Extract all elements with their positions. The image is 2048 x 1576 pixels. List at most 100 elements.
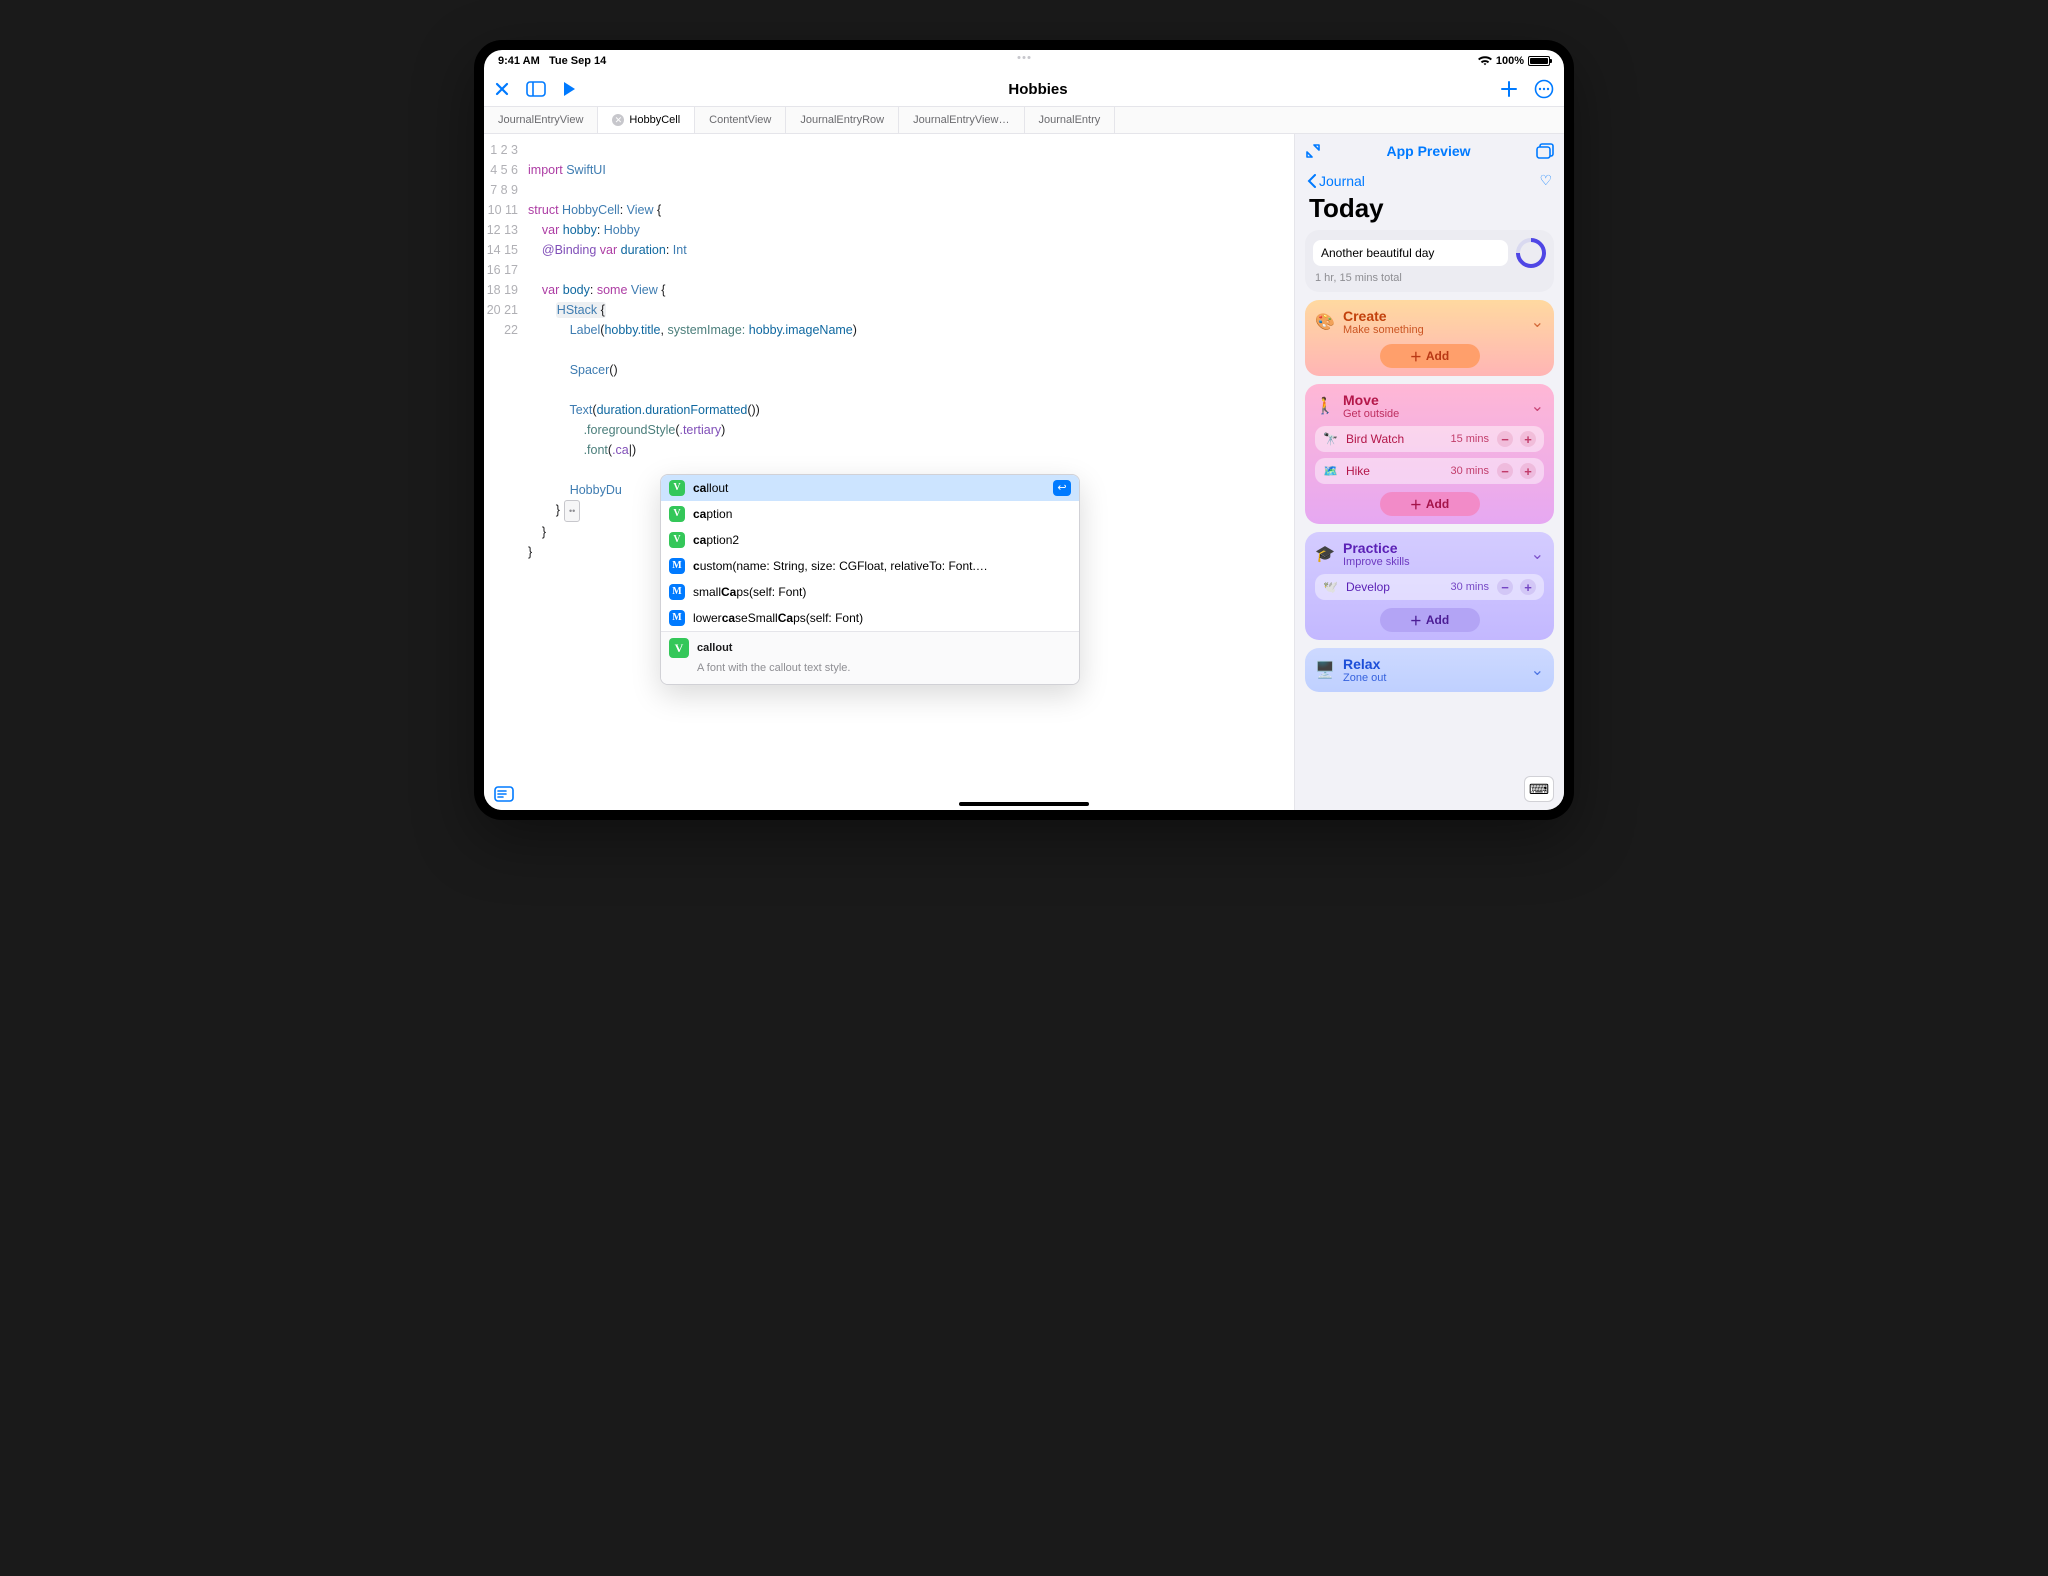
console-toggle-button[interactable]: [494, 786, 514, 802]
hobby-row[interactable]: 🕊️Develop30 mins−+: [1315, 574, 1544, 600]
hobby-row-icon: 🔭: [1323, 432, 1338, 446]
minus-icon[interactable]: −: [1497, 463, 1513, 479]
ipad-frame: 9:41 AM Tue Sep 14 100% Hobbies JournalE…: [474, 40, 1574, 820]
battery-icon: [1528, 56, 1550, 66]
plus-icon[interactable]: +: [1520, 463, 1536, 479]
section-header[interactable]: 🚶 MoveGet outside ⌄: [1315, 392, 1544, 420]
autocomplete-item[interactable]: Vcallout↩: [661, 475, 1079, 501]
battery-percent: 100%: [1496, 55, 1524, 67]
section-header[interactable]: 🎨CreateMake something⌄: [1315, 308, 1544, 336]
method-badge-icon: M: [669, 558, 685, 574]
today-total: 1 hr, 15 mins total: [1313, 268, 1546, 284]
code-content[interactable]: import SwiftUI struct HobbyCell: View { …: [528, 134, 1294, 810]
status-left: 9:41 AM Tue Sep 14: [498, 55, 606, 67]
file-tab[interactable]: ✕HobbyCell: [598, 107, 695, 133]
chevron-down-icon[interactable]: ⌄: [1531, 396, 1544, 416]
keyboard-toggle-button[interactable]: ⌨︎: [1524, 776, 1554, 802]
minus-icon[interactable]: −: [1497, 431, 1513, 447]
autocomplete-label: callout: [693, 478, 1045, 498]
code-editor[interactable]: 1 2 3 4 5 6 7 8 9 10 11 12 13 14 15 16 1…: [484, 134, 1294, 810]
tab-label: JournalEntry: [1039, 114, 1101, 126]
home-indicator[interactable]: [959, 802, 1089, 806]
file-tab[interactable]: JournalEntry: [1025, 107, 1116, 133]
variable-badge-icon: V: [669, 532, 685, 548]
hobby-row-icon: 🕊️: [1323, 580, 1338, 594]
duration-stepper[interactable]: −+: [1497, 463, 1536, 479]
chevron-down-icon[interactable]: ⌄: [1531, 312, 1544, 332]
more-button[interactable]: [1534, 79, 1554, 99]
preview-windows-button[interactable]: [1536, 143, 1554, 159]
ac-detail-title: callout: [697, 638, 850, 658]
add-label: Add: [1426, 497, 1449, 511]
file-tab[interactable]: JournalEntryView: [484, 107, 598, 133]
variable-badge-icon: V: [669, 480, 685, 496]
hobby-row-label: Hike: [1346, 464, 1443, 478]
hobby-row[interactable]: 🗺️Hike30 mins−+: [1315, 458, 1544, 484]
file-tab[interactable]: JournalEntryRow: [786, 107, 899, 133]
minus-icon[interactable]: −: [1497, 579, 1513, 595]
autocomplete-item[interactable]: Vcaption: [661, 501, 1079, 527]
hobby-row-duration: 30 mins: [1450, 581, 1489, 593]
code-fold-icon[interactable]: ••: [564, 500, 580, 522]
tab-label: JournalEntryRow: [800, 114, 884, 126]
preview-heading: Today: [1301, 193, 1558, 230]
section-header[interactable]: 🎓PracticeImprove skills⌄: [1315, 540, 1544, 568]
add-label: Add: [1426, 613, 1449, 627]
close-tab-icon[interactable]: ✕: [612, 114, 624, 126]
close-button[interactable]: [494, 81, 510, 97]
add-label: Add: [1426, 349, 1449, 363]
add-hobby-button[interactable]: ＋Add: [1380, 492, 1480, 516]
run-button[interactable]: [562, 81, 576, 97]
status-right: 100%: [1478, 55, 1550, 67]
tab-label: JournalEntryView: [498, 114, 583, 126]
hobby-row-duration: 30 mins: [1450, 465, 1489, 477]
autocomplete-item[interactable]: Mcustom(name: String, size: CGFloat, rel…: [661, 553, 1079, 579]
screen: 9:41 AM Tue Sep 14 100% Hobbies JournalE…: [484, 50, 1564, 810]
add-hobby-button[interactable]: ＋Add: [1380, 344, 1480, 368]
section-title: Create: [1343, 308, 1523, 324]
main-area: 1 2 3 4 5 6 7 8 9 10 11 12 13 14 15 16 1…: [484, 134, 1564, 810]
file-tab[interactable]: JournalEntryView…: [899, 107, 1024, 133]
today-summary-card: Another beautiful day 1 hr, 15 mins tota…: [1305, 230, 1554, 292]
file-tabs: JournalEntryView ✕HobbyCell ContentView Jou…: [484, 107, 1564, 134]
chevron-down-icon[interactable]: ⌄: [1531, 544, 1544, 564]
hobby-row-label: Develop: [1346, 580, 1443, 594]
chevron-down-icon[interactable]: ⌄: [1531, 660, 1544, 680]
tab-label: ContentView: [709, 114, 771, 126]
section-icon: 🚶: [1315, 396, 1335, 416]
method-badge-icon: M: [669, 610, 685, 626]
sidebar-toggle-button[interactable]: [526, 81, 546, 97]
document-title: Hobbies: [1008, 81, 1067, 98]
favorite-icon[interactable]: ♡: [1539, 172, 1552, 189]
status-date: Tue Sep 14: [549, 55, 606, 67]
plus-icon[interactable]: +: [1520, 579, 1536, 595]
duration-stepper[interactable]: −+: [1497, 431, 1536, 447]
autocomplete-label: caption: [693, 504, 1071, 524]
file-tab[interactable]: ContentView: [695, 107, 786, 133]
plus-icon[interactable]: +: [1520, 431, 1536, 447]
add-button[interactable]: [1500, 80, 1518, 98]
today-note-input[interactable]: Another beautiful day: [1313, 240, 1508, 266]
section-header[interactable]: 🖥️RelaxZone out⌄: [1315, 656, 1544, 684]
section-subtitle: Get outside: [1343, 408, 1523, 420]
preview-expand-button[interactable]: [1305, 143, 1321, 159]
multitask-grabber[interactable]: [1018, 56, 1031, 59]
autocomplete-item[interactable]: MsmallCaps(self: Font): [661, 579, 1079, 605]
line-gutter: 1 2 3 4 5 6 7 8 9 10 11 12 13 14 15 16 1…: [484, 134, 528, 810]
tab-label: JournalEntryView…: [913, 114, 1009, 126]
hobby-row-icon: 🗺️: [1323, 464, 1338, 478]
duration-stepper[interactable]: −+: [1497, 579, 1536, 595]
section-subtitle: Zone out: [1343, 672, 1523, 684]
add-hobby-button[interactable]: ＋Add: [1380, 608, 1480, 632]
hobby-section-create: 🎨CreateMake something⌄＋Add: [1305, 300, 1554, 376]
autocomplete-item[interactable]: MlowercaseSmallCaps(self: Font): [661, 605, 1079, 631]
autocomplete-popup[interactable]: Vcallout↩VcaptionVcaption2Mcustom(name: …: [660, 474, 1080, 685]
autocomplete-item[interactable]: Vcaption2: [661, 527, 1079, 553]
variable-badge-icon: V: [669, 638, 689, 658]
section-icon: 🎓: [1315, 544, 1335, 564]
section-title: Move: [1343, 392, 1523, 408]
hobby-section-practice: 🎓PracticeImprove skills⌄ 🕊️ Develop 30 mins…: [1305, 532, 1554, 640]
section-subtitle: Make something: [1343, 324, 1523, 336]
preview-back-button[interactable]: Journal: [1307, 173, 1365, 189]
hobby-row[interactable]: 🔭Bird Watch15 mins−+: [1315, 426, 1544, 452]
